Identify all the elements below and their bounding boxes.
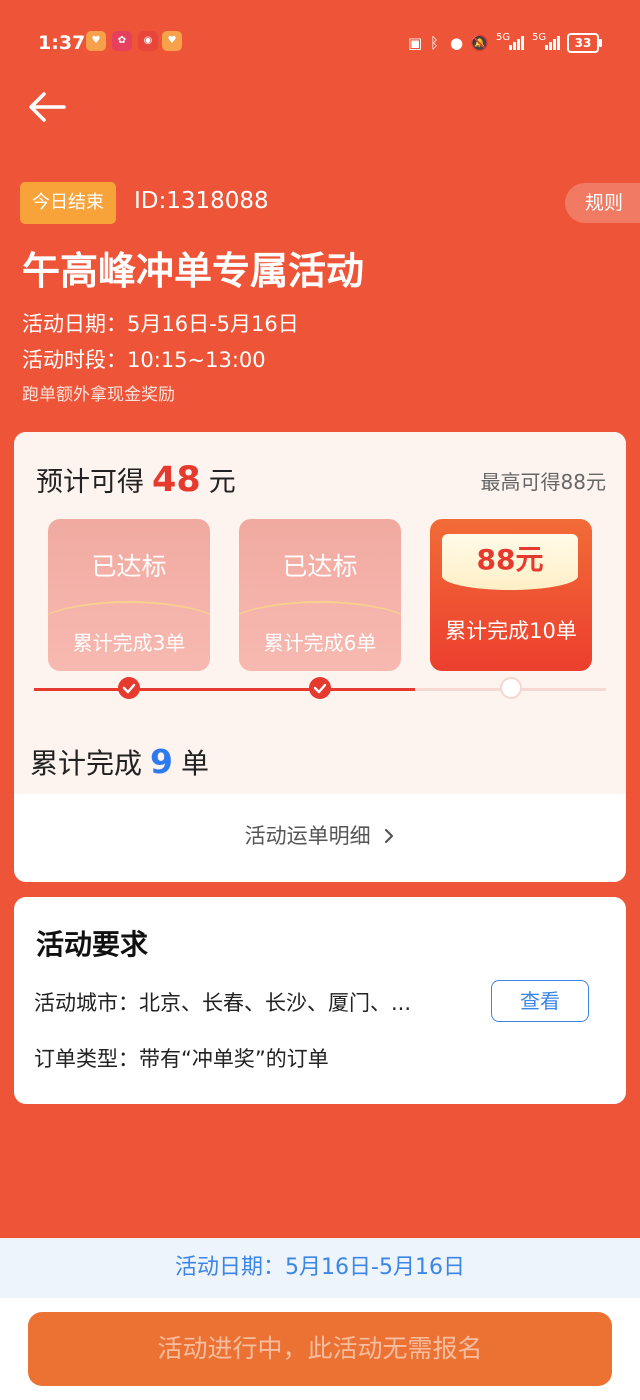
progress-track-filled bbox=[34, 688, 415, 691]
max-reward: 最高可得88元 bbox=[480, 470, 606, 494]
battery-icon: 33 bbox=[567, 33, 602, 53]
nfc-icon: ▣ bbox=[408, 34, 423, 52]
order-detail-link[interactable]: 活动运单明细 bbox=[14, 820, 626, 850]
mute-icon: 🔕 bbox=[470, 34, 489, 52]
signal-icon bbox=[509, 36, 524, 50]
arrow-left-icon bbox=[29, 92, 66, 122]
app-notification-icon: ✿ bbox=[112, 31, 132, 51]
tier-requirement: 累计完成10单 bbox=[445, 619, 577, 643]
tier-card-1: 已达标 累计完成3单 bbox=[48, 519, 210, 671]
check-icon bbox=[118, 677, 140, 699]
status-action-button[interactable]: 活动进行中，此活动无需报名 bbox=[28, 1312, 612, 1386]
completed-prefix: 累计完成 bbox=[30, 747, 143, 780]
estimate-amount: 48 bbox=[152, 460, 201, 500]
bottom-date-bar: 活动日期：5月16日-5月16日 bbox=[0, 1238, 640, 1298]
completed-count: 9 bbox=[150, 742, 173, 781]
tier-state: 已达标 bbox=[91, 552, 167, 581]
activity-title: 午高峰冲单专属活动 bbox=[22, 249, 365, 293]
tier-reward: 88元 bbox=[442, 534, 578, 590]
estimate-unit: 元 bbox=[208, 467, 236, 498]
tier-state: 已达标 bbox=[282, 552, 358, 581]
rules-button[interactable]: 规则 bbox=[565, 183, 640, 223]
bluetooth-icon: ᛒ bbox=[430, 34, 440, 52]
view-cities-button[interactable]: 查看 bbox=[491, 980, 589, 1022]
check-icon bbox=[309, 677, 331, 699]
tier-requirement: 累计完成3单 bbox=[72, 631, 186, 655]
activity-date: 活动日期：5月16日-5月16日 bbox=[22, 312, 299, 336]
pending-node-icon bbox=[500, 677, 522, 699]
location-icon: ● bbox=[450, 34, 464, 52]
tier-card-3: 88元 累计完成10单 bbox=[430, 519, 592, 671]
estimate-prefix: 预计可得 bbox=[36, 467, 144, 498]
requirements-title: 活动要求 bbox=[36, 928, 149, 961]
activity-subtitle: 跑单额外拿现金奖励 bbox=[22, 385, 175, 405]
status-time: 1:37 bbox=[38, 32, 86, 54]
signal-icon bbox=[545, 36, 560, 50]
app-notification-icon: ♥ bbox=[86, 31, 106, 51]
activity-cities: 活动城市：北京、长春、长沙、厦门、... bbox=[34, 991, 412, 1015]
chevron-right-icon bbox=[385, 828, 394, 844]
app-notification-icon: ◉ bbox=[138, 31, 158, 51]
completed-unit: 单 bbox=[180, 747, 209, 780]
completed-orders: 累计完成 9 单 bbox=[30, 742, 209, 782]
activity-time: 活动时段：10:15~13:00 bbox=[22, 348, 266, 372]
status-bar: 1:37 ♥ ✿ ◉ ♥ ▣ ᛒ ● 🔕 5G 5G 33 bbox=[0, 22, 640, 62]
back-button[interactable] bbox=[24, 84, 70, 130]
tier-card-2: 已达标 累计完成6单 bbox=[239, 519, 401, 671]
order-type: 订单类型：带有“冲单奖”的订单 bbox=[34, 1047, 329, 1071]
ends-today-badge: 今日结束 bbox=[20, 182, 116, 224]
app-notification-icon: ♥ bbox=[162, 31, 182, 51]
requirements-card: 活动要求 活动城市：北京、长春、长沙、厦门、... 查看 订单类型：带有“冲单奖… bbox=[14, 897, 626, 1104]
tier-requirement: 累计完成6单 bbox=[263, 631, 377, 655]
estimated-reward: 预计可得 48 元 bbox=[36, 460, 236, 500]
activity-id: ID:1318088 bbox=[134, 188, 269, 214]
reward-progress-card: 预计可得 48 元 最高可得88元 已达标 累计完成3单 已达标 累计完成6单 88… bbox=[14, 432, 626, 882]
order-detail-label: 活动运单明细 bbox=[244, 824, 371, 848]
